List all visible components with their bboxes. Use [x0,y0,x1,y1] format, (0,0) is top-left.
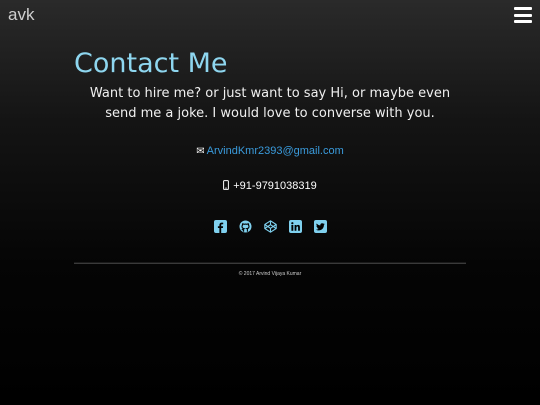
contact-tagline: Want to hire me? or just want to say Hi,… [89,86,451,121]
menu-bar [514,7,532,10]
footer-copyright: © 2017 Arvind Vijaya Kumar [238,271,302,277]
page-title: Contact Me [74,48,228,79]
github-icon[interactable] [239,220,252,233]
menu-bar [514,13,532,17]
twitter-icon[interactable] [313,220,327,233]
menu-bar [514,20,532,23]
email-row: ✉ ArvindKmr2393@gmail.com [0,145,540,157]
hamburger-menu-button[interactable] [514,7,532,23]
linkedin-icon[interactable] [288,220,302,233]
brand-logo[interactable]: avk [8,5,34,25]
facebook-icon[interactable] [213,220,227,233]
envelope-icon: ✉ [196,146,205,157]
email-link[interactable]: ArvindKmr2393@gmail.com [207,145,344,157]
phone-number: +91-9791038319 [233,180,317,192]
social-links [0,220,540,233]
footer-divider [74,262,466,264]
codepen-icon[interactable] [263,220,277,233]
phone-row: +91-9791038319 [0,180,540,192]
mobile-phone-icon [223,180,230,190]
